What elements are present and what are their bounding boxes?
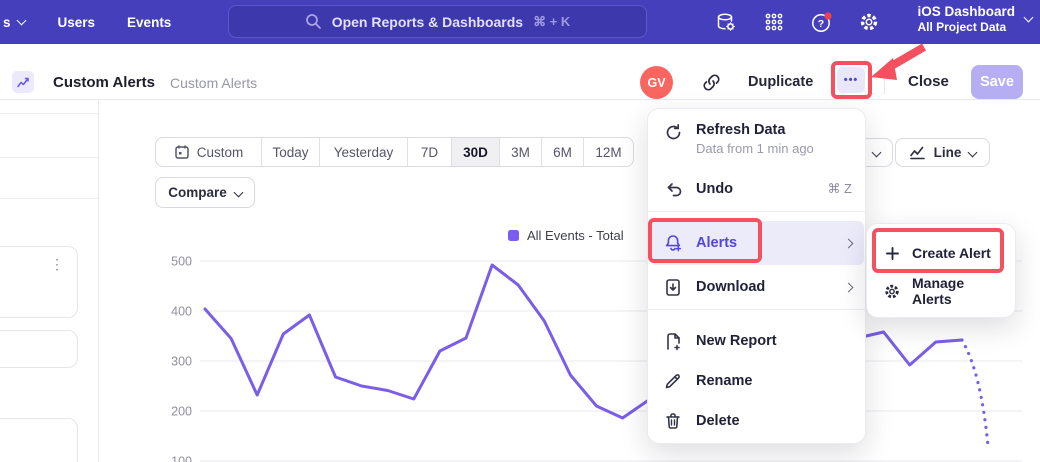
report-type-icon [12, 71, 34, 93]
avatar[interactable]: GV [640, 66, 673, 99]
nav-item-partial[interactable]: s [3, 15, 25, 30]
search-input[interactable]: Open Reports & Dashboards ⌘ + K [228, 5, 647, 38]
chevron-down-icon [233, 188, 243, 198]
menu-item-undo[interactable]: Undo ⌘ Z [651, 171, 864, 207]
submenu-item-create-alert[interactable]: Create Alert [871, 234, 1013, 272]
more-options-button[interactable]: ••• [837, 67, 865, 93]
date-range-control: Custom Today Yesterday 7D 30D 3M 6M 12M [155, 137, 634, 167]
nav-item-events[interactable]: Events [127, 15, 171, 30]
page-title: Custom Alerts [53, 74, 155, 91]
top-navbar: s Users Events Open Reports & Dashboards… [0, 0, 1040, 44]
bell-plus-icon [663, 233, 683, 253]
breadcrumb: Custom Alerts [170, 75, 257, 91]
svg-text:400: 400 [171, 305, 192, 319]
alerts-submenu: Create Alert Manage Alerts [866, 223, 1016, 318]
date-range-7d[interactable]: 7D [407, 138, 451, 166]
date-range-today[interactable]: Today [261, 138, 319, 166]
more-options-menu: Refresh Data Data from 1 min ago Undo ⌘ … [647, 108, 866, 444]
chevron-down-icon [968, 148, 978, 158]
svg-text:?: ? [817, 18, 823, 30]
legend-swatch [508, 230, 519, 241]
svg-text:500: 500 [171, 255, 192, 269]
refresh-icon [663, 122, 683, 142]
divider [0, 198, 99, 199]
duplicate-button[interactable]: Duplicate [748, 74, 813, 90]
submenu-item-manage-alerts[interactable]: Manage Alerts [871, 272, 1013, 310]
chevron-right-icon [844, 238, 854, 248]
save-button[interactable]: Save [971, 65, 1023, 99]
date-range-30d[interactable]: 30D [451, 138, 499, 166]
undo-shortcut: ⌘ Z [827, 181, 852, 197]
menu-item-new-report[interactable]: New Report [651, 321, 864, 361]
plus-icon [883, 244, 901, 262]
project-subtitle: All Project Data [917, 20, 1015, 34]
menu-item-download[interactable]: Download [651, 267, 864, 307]
trash-icon [663, 411, 683, 431]
legend-label: All Events - Total [527, 228, 624, 243]
chevron-down-icon [872, 148, 882, 158]
gear-icon [883, 282, 901, 300]
data-management-icon[interactable] [714, 10, 738, 34]
chart-legend: All Events - Total [508, 228, 624, 243]
refresh-status: Data from 1 min ago [696, 141, 852, 156]
date-range-6m[interactable]: 6M [541, 138, 583, 166]
svg-text:200: 200 [171, 405, 192, 419]
date-range-3m[interactable]: 3M [499, 138, 541, 166]
divider [648, 211, 867, 212]
svg-text:300: 300 [171, 355, 192, 369]
menu-item-rename[interactable]: Rename [651, 361, 864, 401]
date-range-12m[interactable]: 12M [583, 138, 633, 166]
divider [0, 157, 99, 158]
chart-type-button[interactable]: Line [895, 138, 990, 167]
calendar-icon [174, 144, 190, 160]
svg-text:100: 100 [171, 455, 192, 462]
menu-item-refresh-data[interactable]: Refresh Data Data from 1 min ago [651, 117, 864, 163]
menu-item-delete[interactable]: Delete [651, 401, 864, 441]
line-chart-icon [909, 145, 926, 160]
query-card[interactable] [0, 246, 78, 318]
search-icon [305, 13, 322, 30]
app-window: 500 400 300 200 100 All Events - Total Custo… [0, 0, 1040, 462]
close-button[interactable]: Close [908, 73, 949, 90]
settings-gear-icon[interactable] [857, 10, 881, 34]
left-config-pane: ⋮ [0, 100, 99, 462]
divider [0, 113, 99, 114]
report-toolbar: Custom Alerts Custom Alerts GV Duplicate… [0, 44, 1040, 100]
file-plus-icon [663, 331, 683, 351]
undo-icon [663, 179, 683, 199]
project-title: iOS Dashboard [917, 4, 1015, 19]
copy-link-icon[interactable] [699, 70, 723, 94]
date-range-custom[interactable]: Custom [156, 138, 261, 166]
chevron-down-icon [16, 16, 26, 26]
project-switcher[interactable]: iOS Dashboard All Project Data [917, 4, 1032, 34]
pencil-icon [663, 371, 683, 391]
menu-item-alerts[interactable]: Alerts [651, 221, 864, 265]
query-card[interactable] [0, 330, 78, 368]
chevron-down-icon [1024, 12, 1034, 22]
query-card[interactable] [0, 418, 78, 462]
apps-grid-icon[interactable] [762, 10, 786, 34]
help-icon[interactable]: ? [809, 10, 833, 34]
divider [648, 309, 867, 310]
chevron-right-icon [844, 282, 854, 292]
download-icon [663, 277, 683, 297]
compare-button[interactable]: Compare [155, 177, 255, 208]
kebab-menu-icon[interactable]: ⋮ [50, 256, 64, 273]
date-range-yesterday[interactable]: Yesterday [319, 138, 407, 166]
divider [884, 66, 885, 94]
nav-item-users[interactable]: Users [58, 15, 96, 30]
